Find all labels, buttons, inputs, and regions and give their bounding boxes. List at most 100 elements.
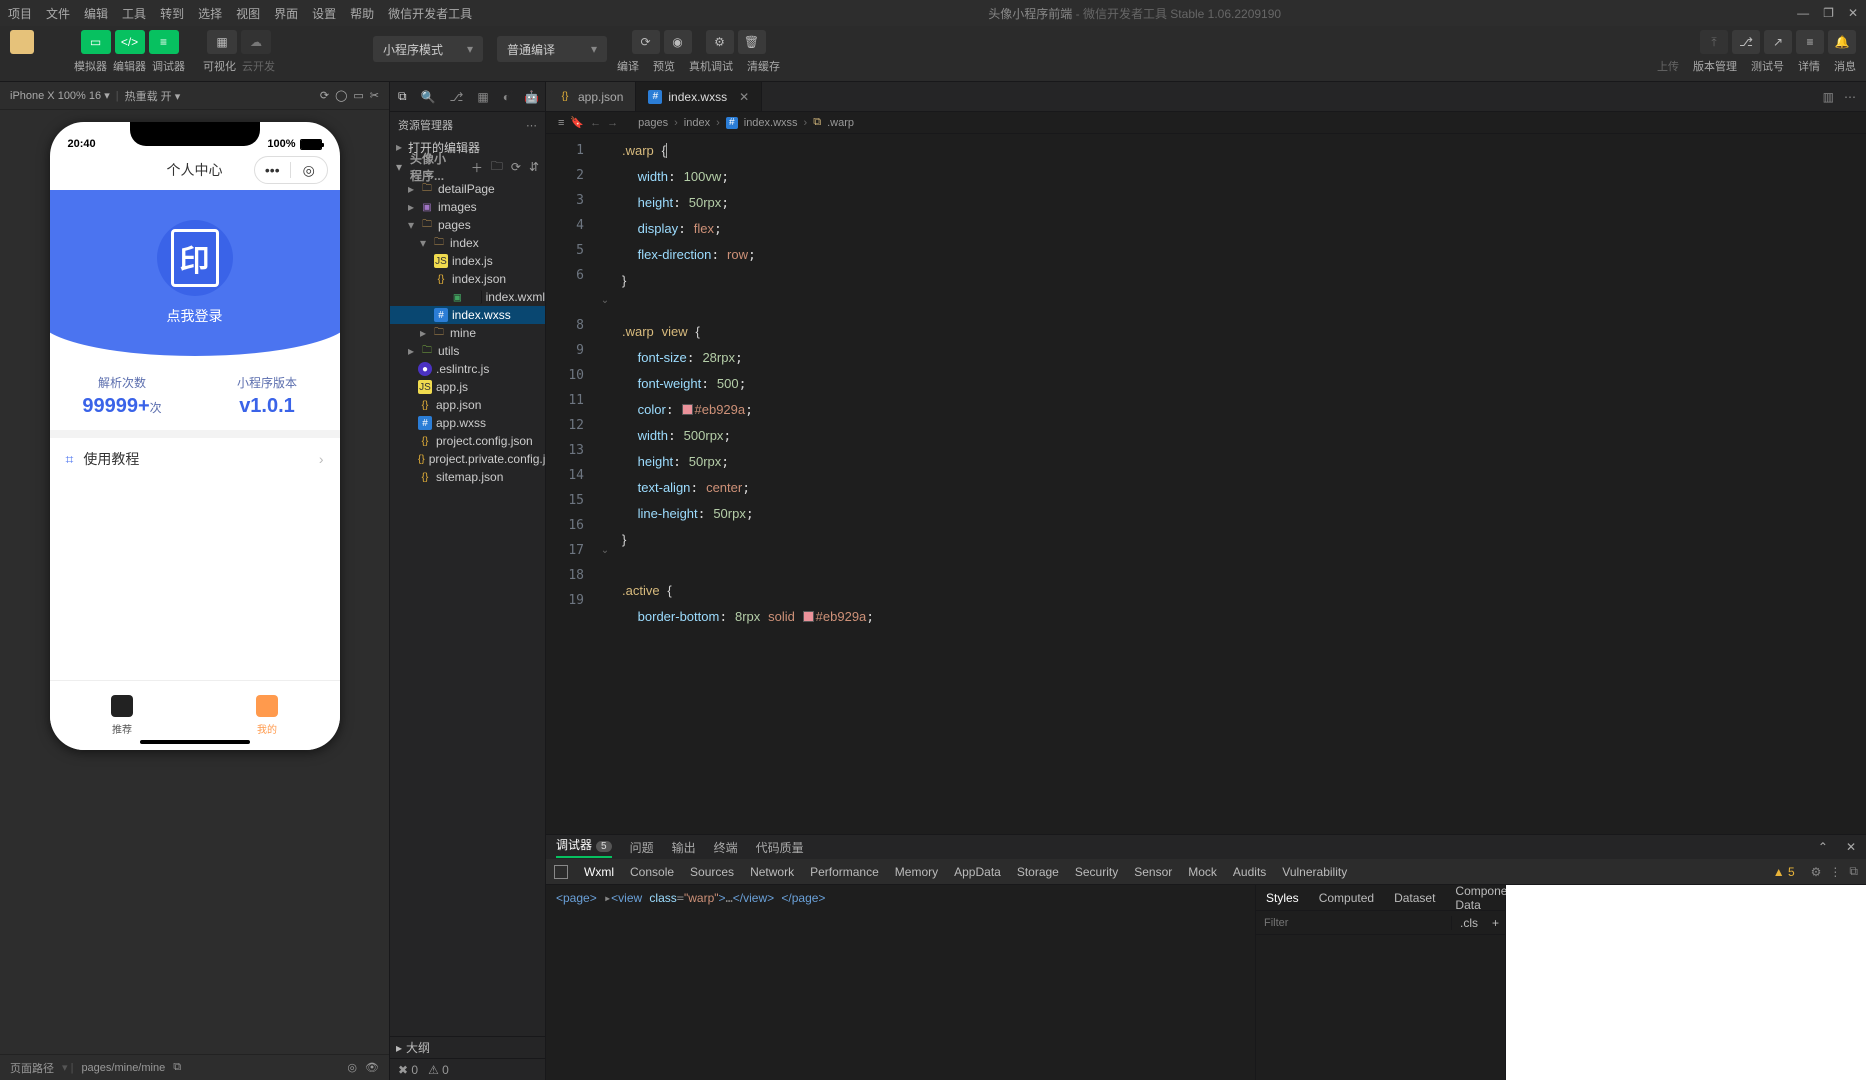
robot-icon[interactable]: 🤖 <box>524 90 539 104</box>
message-button[interactable]: 🔔 <box>1828 30 1856 54</box>
tree-index-wxss[interactable]: #index.wxss <box>390 306 545 324</box>
tree-images[interactable]: ▸▣images <box>390 198 545 216</box>
sim-cut-icon[interactable]: ✂ <box>370 89 379 102</box>
minimize-icon[interactable]: — <box>1797 6 1809 20</box>
new-file-icon[interactable]: ＋ <box>471 159 483 176</box>
devtab-sensor[interactable]: Sensor <box>1134 865 1172 879</box>
code-editor[interactable]: 1234568910111213141516171819 ⌄⌄ .warp { … <box>546 134 1866 834</box>
menu-select[interactable]: 选择 <box>198 5 222 22</box>
bc-back-icon[interactable]: ← <box>590 117 601 129</box>
details-button[interactable]: ≡ <box>1796 30 1824 54</box>
tree-index-folder[interactable]: ▾🗀index <box>390 234 545 252</box>
bc-selector[interactable]: .warp <box>827 117 854 129</box>
compile-select[interactable]: 普通编译▾ <box>497 36 607 62</box>
devtools-more-icon[interactable]: ⋮ <box>1829 865 1841 879</box>
capsule-menu[interactable]: ••• ◎ <box>254 156 328 184</box>
menu-view[interactable]: 视图 <box>236 5 260 22</box>
devtab-vuln[interactable]: Vulnerability <box>1282 865 1347 879</box>
tree-app-json[interactable]: {}app.json <box>390 396 545 414</box>
tree-index-js[interactable]: JSindex.js <box>390 252 545 270</box>
sim-phone-icon[interactable]: ▭ <box>353 89 363 102</box>
menu-project[interactable]: 项目 <box>8 5 32 22</box>
styles-tab[interactable]: Styles <box>1256 885 1309 910</box>
menu-tools[interactable]: 工具 <box>122 5 146 22</box>
devtab-sources[interactable]: Sources <box>690 865 734 879</box>
compile-button[interactable]: ⟳ <box>632 30 660 54</box>
tree-detailpage[interactable]: ▸🗀detailPage <box>390 180 545 198</box>
devtools-gear-icon[interactable]: ⚙ <box>1811 865 1822 879</box>
dbg-tab-quality[interactable]: 代码质量 <box>756 839 804 856</box>
search-icon[interactable]: 🔍 <box>421 90 436 104</box>
remote-debug-button[interactable]: ⚙ <box>706 30 734 54</box>
editor-more-icon[interactable]: ⋯ <box>1844 90 1856 104</box>
menu-settings[interactable]: 设置 <box>312 5 336 22</box>
tree-mine[interactable]: ▸🗀mine <box>390 324 545 342</box>
tree-index-json[interactable]: {}index.json <box>390 270 545 288</box>
menu-goto[interactable]: 转到 <box>160 5 184 22</box>
sim-screenshot-icon[interactable]: ◎ <box>347 1061 357 1074</box>
devtab-performance[interactable]: Performance <box>810 865 879 879</box>
tab-app-json[interactable]: {}app.json <box>546 82 636 111</box>
element-picker-icon[interactable] <box>554 865 568 879</box>
project-header[interactable]: ▾头像小程序... ＋ 🗀 ⟳ ⇵ <box>390 156 545 178</box>
capsule-more-icon[interactable]: ••• <box>255 162 291 178</box>
menu-devtools[interactable]: 微信开发者工具 <box>388 5 472 22</box>
tree-index-wxml[interactable]: ▣index.wxml <box>390 288 545 306</box>
wxml-tree[interactable]: <page> ▸<view class="warp">…</view> </pa… <box>546 885 1256 1080</box>
devtab-security[interactable]: Security <box>1075 865 1118 879</box>
dbg-close-icon[interactable]: ✕ <box>1846 840 1856 854</box>
menu-edit[interactable]: 编辑 <box>84 5 108 22</box>
tree-utils[interactable]: ▸🗀utils <box>390 342 545 360</box>
tree-eslint[interactable]: ●.eslintrc.js <box>390 360 545 378</box>
tab-index-wxss[interactable]: #index.wxss✕ <box>636 82 762 111</box>
split-icon[interactable]: ▥ <box>1823 90 1834 104</box>
bc-file[interactable]: index.wxss <box>744 117 798 129</box>
new-folder-icon[interactable]: 🗀 <box>491 157 503 178</box>
tree-project-private[interactable]: {}project.private.config.js... <box>390 450 545 468</box>
version-button[interactable]: ⎇ <box>1732 30 1760 54</box>
styles-filter-input[interactable] <box>1256 917 1451 929</box>
bc-index[interactable]: index <box>684 117 710 129</box>
bc-pages[interactable]: pages <box>638 117 668 129</box>
device-select[interactable]: iPhone X 100% 16 ▾ <box>10 89 110 102</box>
tree-sitemap[interactable]: {}sitemap.json <box>390 468 545 486</box>
capsule-close-icon[interactable]: ◎ <box>291 162 327 179</box>
devtools-dock-icon[interactable]: ⧉ <box>1849 864 1858 879</box>
preview-button[interactable]: ◉ <box>664 30 692 54</box>
bc-forward-icon[interactable]: → <box>607 117 618 129</box>
simulator-toggle[interactable]: ▭ <box>81 30 111 54</box>
menu-file[interactable]: 文件 <box>46 5 70 22</box>
refresh-tree-icon[interactable]: ⟳ <box>511 160 521 174</box>
dbg-tab-terminal[interactable]: 终端 <box>714 839 738 856</box>
code-content[interactable]: .warp { width: 100vw; height: 50rpx; dis… <box>614 134 1866 834</box>
devtab-appdata[interactable]: AppData <box>954 865 1001 879</box>
mock-icon[interactable]: ◐ <box>503 90 510 104</box>
visual-toggle[interactable]: ▦ <box>207 30 237 54</box>
sim-eye-icon[interactable]: 👁 <box>365 1061 379 1074</box>
tree-app-wxss[interactable]: #app.wxss <box>390 414 545 432</box>
avatar[interactable] <box>10 30 34 54</box>
menu-help[interactable]: 帮助 <box>350 5 374 22</box>
outline-section[interactable]: ▸大纲 <box>390 1036 545 1058</box>
files-icon[interactable]: ⧉ <box>398 89 407 104</box>
devtab-mock[interactable]: Mock <box>1188 865 1217 879</box>
copy-path-icon[interactable]: ⧉ <box>173 1061 181 1074</box>
clear-cache-button[interactable]: 🗑 <box>738 30 766 54</box>
dbg-collapse-icon[interactable]: ⌃ <box>1818 840 1828 854</box>
cloud-dev-toggle[interactable]: ☁ <box>241 30 271 54</box>
dbg-tab-output[interactable]: 输出 <box>672 839 696 856</box>
bc-bookmark-icon[interactable]: 🔖 <box>570 116 584 129</box>
editor-toggle[interactable]: </> <box>115 30 145 54</box>
devtab-storage[interactable]: Storage <box>1017 865 1059 879</box>
devtab-memory[interactable]: Memory <box>895 865 938 879</box>
menu-interface[interactable]: 界面 <box>274 5 298 22</box>
explorer-more-icon[interactable]: ⋯ <box>526 119 537 132</box>
sim-refresh-icon[interactable]: ⟳ <box>320 89 329 102</box>
warning-count[interactable]: ⚠ 0 <box>428 1063 449 1077</box>
git-icon[interactable]: ⎇ <box>450 90 464 104</box>
collapse-tree-icon[interactable]: ⇵ <box>529 160 539 174</box>
tree-app-js[interactable]: JSapp.js <box>390 378 545 396</box>
bc-list-icon[interactable]: ≡ <box>558 117 564 129</box>
devtab-network[interactable]: Network <box>750 865 794 879</box>
maximize-icon[interactable]: ❐ <box>1823 6 1834 20</box>
